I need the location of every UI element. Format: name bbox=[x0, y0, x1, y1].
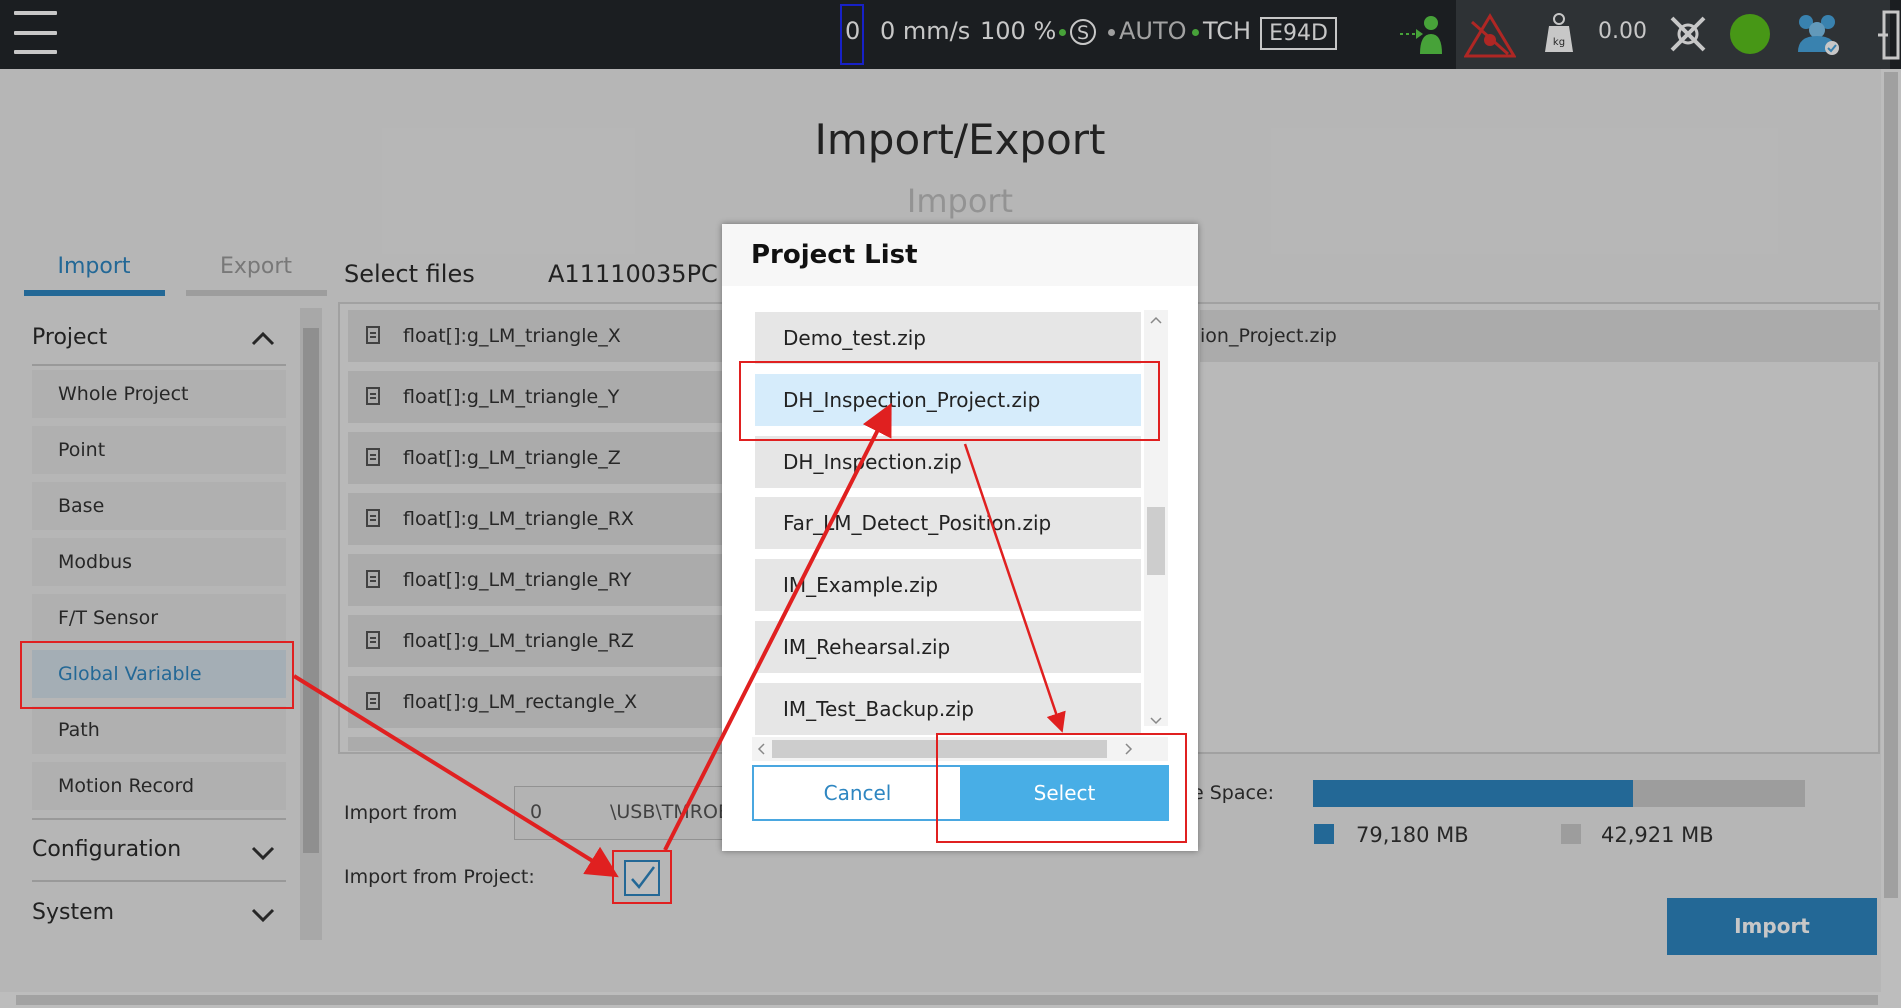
annotation-arrows bbox=[292, 402, 1066, 878]
arrow-to-project bbox=[663, 402, 892, 851]
arrow-to-select bbox=[963, 443, 1066, 733]
arrow-to-checkbox bbox=[292, 674, 619, 878]
